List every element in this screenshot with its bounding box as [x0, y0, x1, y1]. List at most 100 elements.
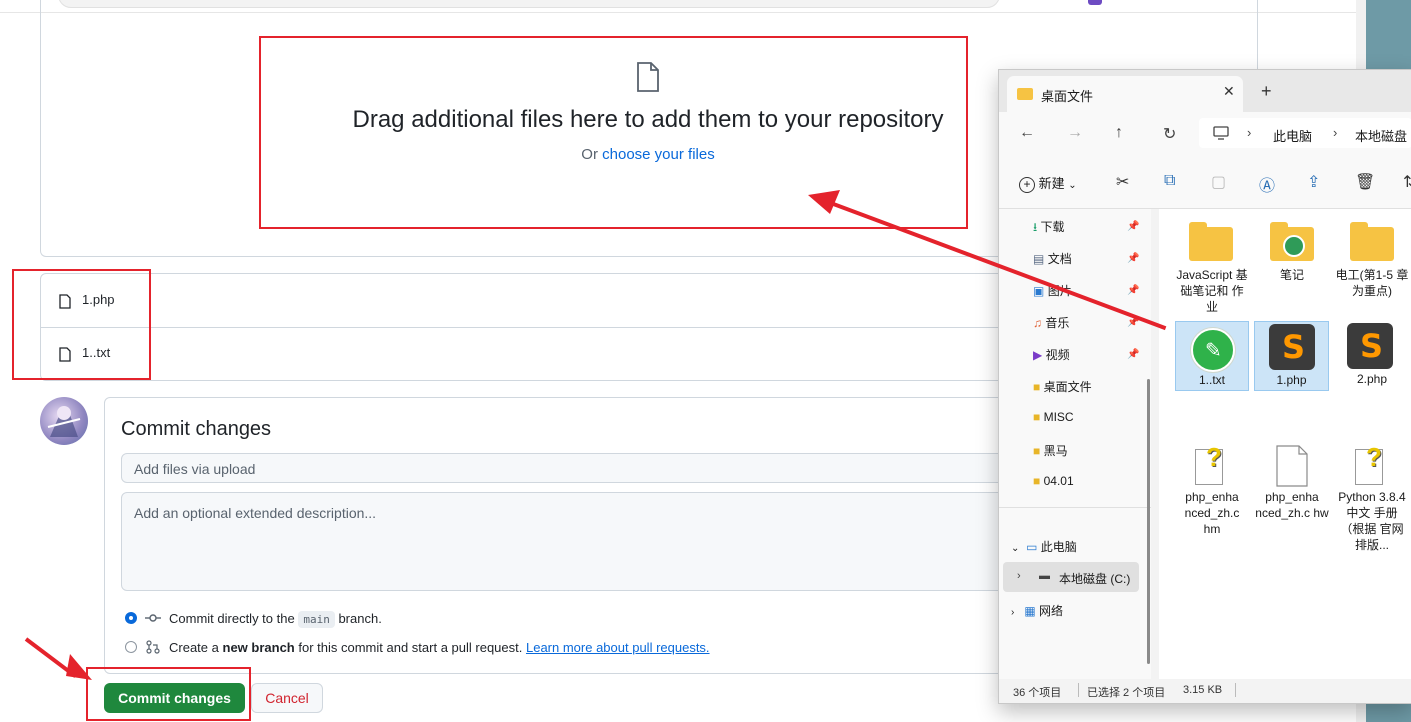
commit-description-input[interactable]: Add an optional extended description...	[121, 492, 1121, 591]
help-file-icon: ?	[1195, 442, 1223, 485]
up-icon[interactable]: ↑	[1115, 124, 1123, 142]
pin-icon[interactable]: 📌	[1127, 253, 1139, 264]
sidebar-item-misc[interactable]: ■ MISC	[1033, 410, 1074, 424]
sidebar-item-label: 文档	[1047, 252, 1072, 266]
grid-item-file[interactable]: php_enha nced_zh.c hw	[1255, 445, 1329, 555]
notepad-icon: ✎	[1191, 328, 1235, 372]
grid-item-file[interactable]: ? Python 3.8.4 中文 手册（根据 官网排版...	[1335, 442, 1409, 565]
sidebar-item-label: 黑马	[1043, 444, 1068, 458]
grid-item-folder[interactable]: 电工(第1-5 章为重点)	[1335, 217, 1409, 317]
sidebar-divider	[999, 507, 1151, 508]
option2-bold: new branch	[222, 640, 295, 655]
explorer-sidebar: ⭳ 下载 ▤ 文档 ▣ 图片 ♫ 音乐 ▶ 视频 ■ 桌面文件 ■ MISC ■…	[999, 209, 1151, 679]
grid-item-label: Python 3.8.4 中文 手册（根据 官网排版...	[1338, 490, 1406, 552]
commit-heading: Commit changes	[121, 418, 272, 440]
cut-icon[interactable]: ✂	[1116, 172, 1129, 192]
sidebar-item-label: 本地磁盘 (C:)	[1059, 572, 1131, 586]
grid-item-label: 2.php	[1356, 372, 1388, 386]
copy-icon[interactable]: ⧉	[1164, 172, 1175, 190]
status-item-count: 36 个项目	[1013, 687, 1062, 699]
sidebar-item-videos[interactable]: ▶ 视频	[1033, 346, 1070, 363]
new-button-label: 新建	[1038, 176, 1065, 191]
drive-icon: ▬	[1039, 570, 1050, 582]
sidebar-scrollbar[interactable]	[1147, 379, 1150, 664]
breadcrumb-local-disk[interactable]: 本地磁盘	[1355, 126, 1407, 145]
explorer-tab[interactable]: 桌面文件 ✕	[1007, 76, 1243, 112]
chevron-right-icon: ›	[1017, 570, 1021, 582]
folder-icon	[1350, 222, 1394, 261]
new-tab-icon[interactable]: +	[1261, 81, 1272, 102]
sublime-text-icon: S	[1269, 324, 1315, 370]
sublime-text-icon: S	[1347, 323, 1393, 369]
folder-icon: ■	[1033, 380, 1041, 394]
sort-icon[interactable]: ⇅	[1403, 172, 1411, 192]
refresh-icon[interactable]: ↻	[1163, 124, 1176, 144]
commit-direct-label: Commit directly to the main branch.	[169, 611, 382, 628]
grid-item-folder[interactable]: 笔记	[1257, 217, 1327, 317]
pin-icon[interactable]: 📌	[1127, 221, 1139, 232]
cancel-button[interactable]: Cancel	[251, 683, 323, 713]
chevron-down-icon: ⌄	[1068, 180, 1077, 191]
sidebar-item-desktop-files[interactable]: ■ 桌面文件	[1033, 378, 1092, 395]
file-explorer-window[interactable]: 桌面文件 ✕ + ← → ↑ ↻ › 此电脑 › 本地磁盘 + 新建 ⌄ ✂ ⧉…	[998, 69, 1411, 704]
sidebar-item-label: MISC	[1043, 410, 1074, 424]
folder-icon	[1189, 222, 1233, 261]
close-icon[interactable]: ✕	[1223, 83, 1235, 100]
chevron-right-icon: ›	[1247, 125, 1252, 140]
sidebar-item-0401[interactable]: ■ 04.01	[1033, 474, 1074, 488]
address-bar[interactable]: › 此电脑 › 本地磁盘	[1199, 118, 1411, 148]
pin-icon[interactable]: 📌	[1127, 285, 1139, 296]
sidebar-item-local-disk[interactable]: › ▬ 本地磁盘 (C:)	[1003, 562, 1139, 592]
download-icon: ⭳	[1033, 220, 1038, 234]
grid-item-file-selected[interactable]: ✎ 1..txt	[1175, 321, 1249, 391]
generic-file-icon	[1276, 445, 1308, 487]
grid-item-file[interactable]: ? php_enha nced_zh.c hm	[1175, 442, 1249, 555]
sidebar-item-label: 下载	[1040, 220, 1065, 234]
paste-icon[interactable]: ▢	[1211, 172, 1226, 192]
grid-item-label: php_enha nced_zh.c hw	[1255, 490, 1329, 520]
sidebar-item-label: 桌面文件	[1043, 380, 1092, 394]
chevron-right-icon: ›	[1333, 125, 1338, 140]
grid-item-file-selected[interactable]: S 1.php	[1254, 321, 1329, 391]
sidebar-item-network[interactable]: › ▦ 网络	[1011, 602, 1063, 619]
delete-icon[interactable]: 🗑	[1355, 172, 1375, 192]
option2-text: for this commit and start a pull request…	[298, 640, 523, 655]
new-branch-radio[interactable]	[125, 641, 137, 653]
commit-summary-input[interactable]: Add files via upload	[121, 453, 1121, 483]
annotation-arrowhead	[808, 190, 840, 214]
learn-more-link[interactable]: Learn more about pull requests.	[526, 640, 710, 655]
sync-badge-icon	[1283, 235, 1305, 257]
pin-icon[interactable]: 📌	[1127, 349, 1139, 360]
video-icon: ▶	[1033, 348, 1043, 362]
avatar[interactable]	[40, 397, 88, 445]
sidebar-item-heima[interactable]: ■ 黑马	[1033, 442, 1068, 459]
annotation-files-box	[12, 269, 151, 380]
sidebar-item-music[interactable]: ♫ 音乐	[1033, 314, 1069, 331]
sidebar-item-downloads[interactable]: ⭳ 下载	[1033, 218, 1065, 239]
chevron-down-icon: ⌄	[1011, 543, 1020, 554]
annotation-arrowhead	[66, 654, 92, 680]
breadcrumb-this-pc[interactable]: 此电脑	[1273, 126, 1312, 145]
grid-item-label: 电工(第1-5 章为重点)	[1335, 268, 1409, 298]
grid-item-file[interactable]: S 2.php	[1335, 321, 1409, 391]
rename-icon[interactable]: Ⓐ	[1259, 172, 1275, 196]
commit-direct-radio[interactable]	[125, 612, 137, 624]
share-icon[interactable]: ⇪	[1307, 172, 1320, 192]
option2-prefix: Create a	[169, 640, 219, 655]
annotation-drop-box	[259, 36, 968, 229]
explorer-file-grid: JavaScript 基础笔记和 作业 笔记 电工(第1-5 章为重点) ✎ 1…	[1159, 209, 1411, 679]
pull-request-icon	[146, 640, 160, 654]
forward-icon[interactable]: →	[1067, 124, 1083, 142]
option1-suffix: branch.	[338, 611, 382, 626]
explorer-nav-bar: ← → ↑ ↻ › 此电脑 › 本地磁盘	[999, 112, 1411, 156]
grid-item-folder[interactable]: JavaScript 基础笔记和 作业	[1175, 217, 1249, 317]
sidebar-item-this-pc[interactable]: ⌄ ▭ 此电脑	[1011, 538, 1077, 555]
sidebar-item-documents[interactable]: ▤ 文档	[1033, 250, 1072, 267]
status-divider	[1078, 683, 1079, 697]
git-commit-icon	[145, 614, 161, 622]
plus-circle-icon: +	[1019, 177, 1035, 193]
back-icon[interactable]: ←	[1019, 124, 1035, 142]
grid-item-label: 1.php	[1276, 373, 1307, 387]
new-button[interactable]: + 新建 ⌄	[1019, 173, 1077, 193]
document-icon: ▤	[1033, 252, 1045, 266]
